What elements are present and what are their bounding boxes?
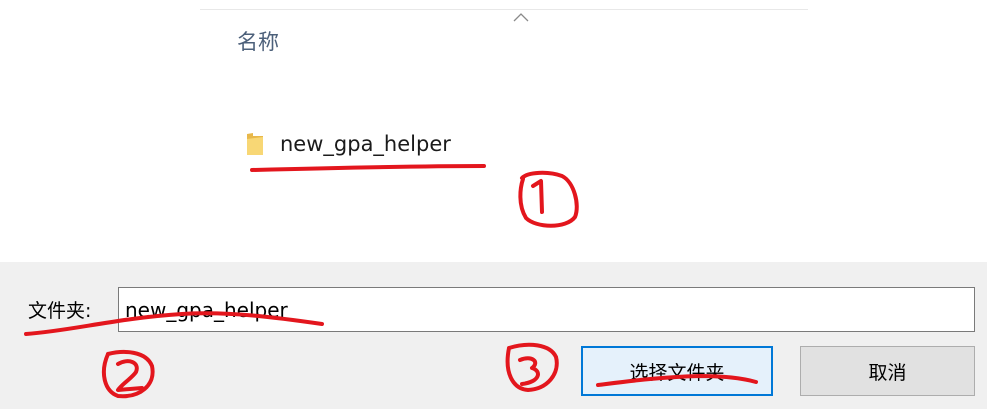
folder-name-input[interactable] <box>118 287 975 332</box>
folder-name: new_gpa_helper <box>280 132 451 156</box>
file-list-pane <box>200 0 810 250</box>
cancel-button[interactable]: 取消 <box>800 346 975 396</box>
folder-field-label: 文件夹: <box>28 300 92 322</box>
column-header-name[interactable]: 名称 <box>237 26 279 56</box>
select-folder-button[interactable]: 选择文件夹 <box>581 346 773 396</box>
folder-icon <box>247 133 263 155</box>
header-divider <box>200 9 808 10</box>
sort-ascending-icon[interactable] <box>513 12 529 22</box>
list-item[interactable]: new_gpa_helper <box>244 128 451 160</box>
